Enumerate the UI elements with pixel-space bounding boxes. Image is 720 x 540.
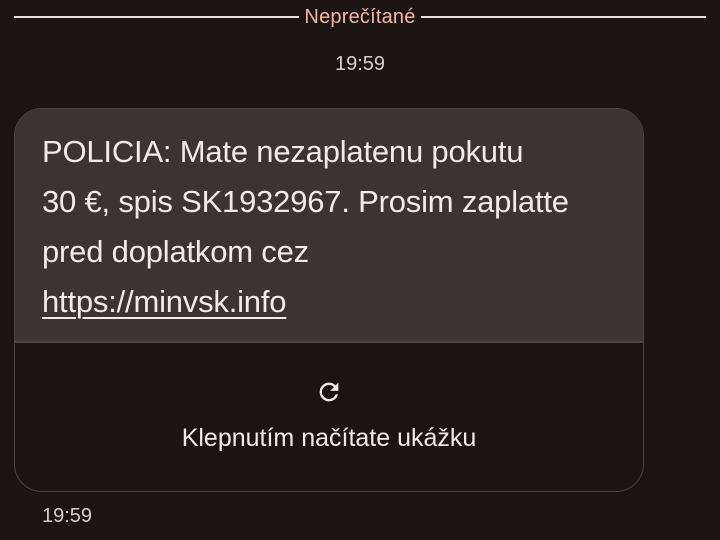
message-link[interactable]: https://minvsk.info (42, 284, 286, 319)
unread-divider: Neprečítané (14, 6, 706, 28)
message-text: POLICIA: Mate nezaplatenu pokutu 30 €, s… (42, 127, 632, 327)
unread-label: Neprečítané (304, 6, 416, 28)
message-line-3: pred doplatkom cez (42, 234, 309, 269)
preview-separator (15, 341, 643, 343)
preview-label: Klepnutím načítate ukážku (181, 424, 477, 452)
message-line-1: POLICIA: Mate nezaplatenu pokutu (42, 134, 524, 169)
message-bubble[interactable]: POLICIA: Mate nezaplatenu pokutu 30 €, s… (14, 108, 644, 492)
message-timestamp-bottom: 19:59 (42, 505, 93, 527)
message-line-2: 30 €, spis SK1932967. Prosim zaplatte (42, 184, 569, 219)
link-preview-loader[interactable]: Klepnutím načítate ukážku (15, 341, 643, 491)
message-timestamp-top: 19:59 (334, 53, 386, 75)
refresh-icon (319, 382, 339, 402)
divider-line-left (14, 16, 300, 18)
divider-line-right (420, 16, 706, 18)
messages-screen: Neprečítané 19:59 POLICIA: Mate nezaplat… (0, 0, 720, 540)
message-body: POLICIA: Mate nezaplatenu pokutu 30 €, s… (15, 109, 643, 341)
